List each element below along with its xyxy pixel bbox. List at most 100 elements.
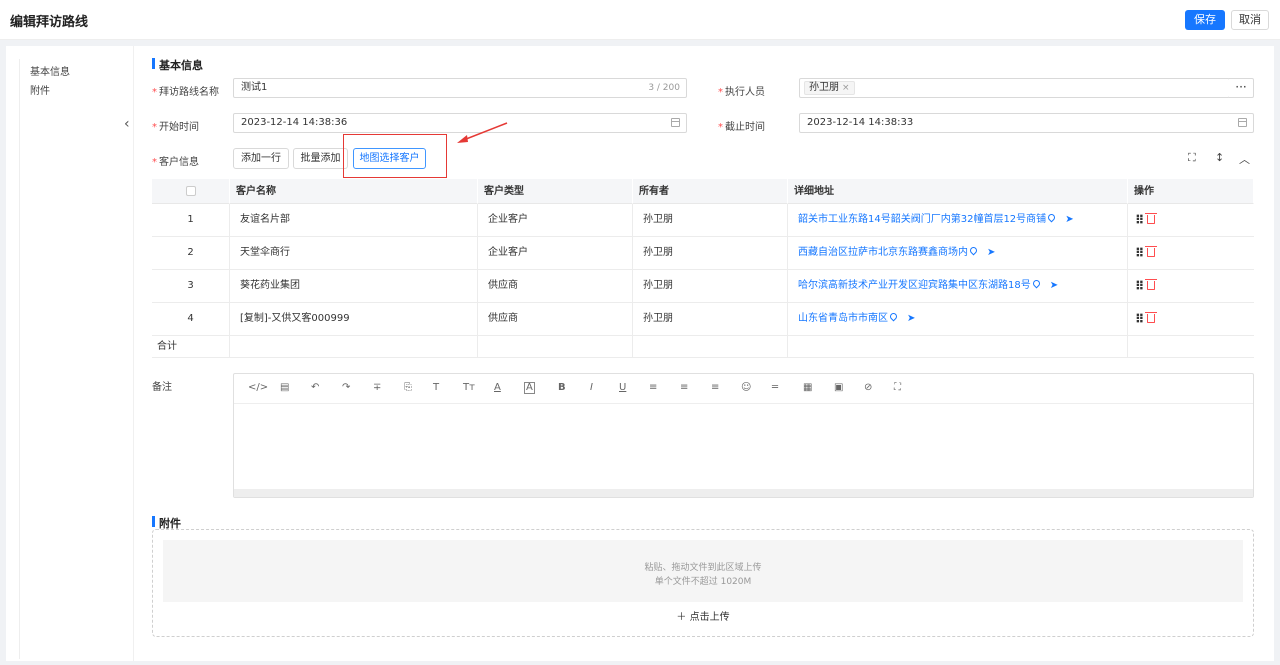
customer-type-cell[interactable]: 供应商	[478, 303, 633, 336]
top-bar: 编辑拜访路线 保存 取消	[0, 0, 1280, 40]
underline-icon[interactable]: U	[619, 382, 626, 393]
address-link[interactable]: 韶关市工业东路14号韶关阀门厂内第32幢首层12号商铺	[798, 214, 1046, 225]
font-icon[interactable]: T	[433, 382, 439, 393]
drop-hint: 粘贴、拖动文件到此区域上传	[644, 563, 762, 573]
owner-cell[interactable]: 孙卫朋	[633, 204, 788, 237]
row-index: 4	[152, 303, 230, 336]
route-name-input[interactable]: 测试1 3 / 200	[233, 78, 687, 98]
header-owner: 所有者	[633, 179, 788, 204]
location-pin-icon[interactable]	[1046, 212, 1057, 223]
font-color-icon[interactable]: A	[494, 382, 501, 393]
clear-format-icon[interactable]: ⎘	[404, 382, 412, 393]
collapse-chevron-icon[interactable]: ‹	[124, 116, 130, 132]
attachment-icon[interactable]: ⊘	[864, 382, 872, 393]
table-row: 2 天堂伞商行 企业客户 孙卫朋 西藏自治区拉萨市北京东路赛鑫商场内 ➤ ⠿	[152, 237, 1254, 270]
table-icon[interactable]: ▦	[803, 382, 812, 393]
owner-cell[interactable]: 孙卫朋	[633, 303, 788, 336]
total-cell	[230, 336, 478, 358]
code-view-icon[interactable]: </>	[248, 382, 268, 393]
save-button[interactable]: 保存	[1185, 10, 1225, 30]
select-all-checkbox[interactable]	[186, 186, 196, 196]
customer-name-cell[interactable]: 葵花药业集团	[230, 270, 478, 303]
location-pin-icon[interactable]	[968, 245, 979, 256]
navigate-send-icon[interactable]: ➤	[1050, 270, 1058, 302]
fullscreen-icon[interactable]: ⛶	[1188, 151, 1196, 165]
tag-close-icon[interactable]: ×	[842, 83, 850, 93]
align-right-icon[interactable]: ≡	[711, 382, 719, 393]
row-index: 1	[152, 204, 230, 237]
address-link[interactable]: 山东省青岛市市南区	[798, 313, 888, 324]
navigate-send-icon[interactable]: ➤	[987, 237, 995, 269]
executor-select[interactable]: 孙卫朋 ×	[799, 78, 1230, 98]
nav-item-attachment[interactable]: 附件	[30, 82, 50, 97]
location-pin-icon[interactable]	[1031, 278, 1042, 289]
customer-info-label: * 客户信息	[152, 157, 199, 168]
delete-icon[interactable]	[1145, 213, 1157, 224]
background-color-icon[interactable]: A	[524, 382, 535, 394]
image-icon[interactable]: ▣	[834, 382, 843, 393]
address-cell[interactable]: 西藏自治区拉萨市北京东路赛鑫商场内 ➤	[788, 237, 1128, 270]
fullscreen-icon[interactable]: ⛶	[894, 382, 901, 393]
editor-toolbar: </> ▤ ↶ ↷ ∓ ⎘ T Tт A A B I U ≡ ≡ ≡ ☺ ═ ▦…	[234, 374, 1253, 404]
navigate-send-icon[interactable]: ➤	[907, 303, 915, 335]
address-link[interactable]: 哈尔滨高新技术产业开发区迎宾路集中区东湖路18号	[798, 280, 1031, 291]
header-customer-name: 客户名称	[230, 179, 478, 204]
navigate-send-icon[interactable]: ➤	[1065, 204, 1073, 236]
drop-zone[interactable]: 粘贴、拖动文件到此区域上传 单个文件不超过 1020M	[163, 540, 1243, 602]
location-pin-icon[interactable]	[888, 311, 899, 322]
strikethrough-format-icon[interactable]: ∓	[373, 382, 381, 393]
total-label: 合计	[152, 336, 230, 358]
template-icon[interactable]: ▤	[280, 382, 289, 393]
customer-name-cell[interactable]: [复制]-又供又客000999	[230, 303, 478, 336]
address-cell[interactable]: 山东省青岛市市南区 ➤	[788, 303, 1128, 336]
horizontal-rule-icon[interactable]: ═	[772, 382, 778, 393]
align-left-icon[interactable]: ≡	[649, 382, 657, 393]
table-row: 1 友谊名片部 企业客户 孙卫朋 韶关市工业东路14号韶关阀门厂内第32幢首层1…	[152, 204, 1254, 237]
total-cell	[478, 336, 633, 358]
upload-area[interactable]: 粘贴、拖动文件到此区域上传 单个文件不超过 1020M ＋ 点击上传	[152, 529, 1254, 637]
emoji-icon[interactable]: ☺	[741, 382, 751, 393]
align-center-icon[interactable]: ≡	[680, 382, 688, 393]
drag-handle-icon[interactable]: ⠿	[1135, 237, 1144, 269]
total-cell	[633, 336, 788, 358]
owner-cell[interactable]: 孙卫朋	[633, 270, 788, 303]
bold-icon[interactable]: B	[558, 382, 566, 393]
customer-type-cell[interactable]: 供应商	[478, 270, 633, 303]
address-link[interactable]: 西藏自治区拉萨市北京东路赛鑫商场内	[798, 247, 968, 258]
delete-icon[interactable]	[1145, 279, 1157, 290]
customer-name-cell[interactable]: 天堂伞商行	[230, 237, 478, 270]
header-select	[152, 179, 230, 204]
undo-icon[interactable]: ↶	[311, 382, 319, 393]
font-size-icon[interactable]: Tт	[463, 382, 475, 393]
add-row-button[interactable]: 添加一行	[233, 148, 289, 169]
cancel-button[interactable]: 取消	[1231, 10, 1269, 30]
drag-handle-icon[interactable]: ⠿	[1135, 270, 1144, 302]
redo-icon[interactable]: ↷	[342, 382, 350, 393]
address-cell[interactable]: 韶关市工业东路14号韶关阀门厂内第32幢首层12号商铺 ➤	[788, 204, 1128, 237]
address-cell[interactable]: 哈尔滨高新技术产业开发区迎宾路集中区东湖路18号 ➤	[788, 270, 1128, 303]
delete-icon[interactable]	[1145, 246, 1157, 257]
row-index: 3	[152, 270, 230, 303]
collapse-up-icon[interactable]: ︿	[1239, 151, 1250, 167]
page-title: 编辑拜访路线	[10, 15, 89, 30]
drag-handle-icon[interactable]: ⠿	[1135, 204, 1144, 236]
customer-name-cell[interactable]: 友谊名片部	[230, 204, 478, 237]
click-upload-button[interactable]: ＋ 点击上传	[153, 608, 1253, 623]
expand-height-icon[interactable]: ↕	[1215, 151, 1224, 164]
more-button[interactable]: ···	[1229, 78, 1254, 98]
end-time-picker[interactable]: 2023-12-14 14:38:33	[799, 113, 1254, 133]
drag-handle-icon[interactable]: ⠿	[1135, 303, 1144, 335]
italic-icon[interactable]: I	[590, 382, 593, 393]
customer-type-cell[interactable]: 企业客户	[478, 204, 633, 237]
editor-scrollbar[interactable]	[234, 489, 1253, 497]
customer-type-cell[interactable]: 企业客户	[478, 237, 633, 270]
batch-add-button[interactable]: 批量添加	[293, 148, 348, 169]
delete-icon[interactable]	[1145, 312, 1157, 323]
nav-item-basic-info[interactable]: 基本信息	[30, 63, 70, 78]
header-address: 详细地址	[788, 179, 1128, 204]
owner-cell[interactable]: 孙卫朋	[633, 237, 788, 270]
remark-rich-text-editor[interactable]: </> ▤ ↶ ↷ ∓ ⎘ T Tт A A B I U ≡ ≡ ≡ ☺ ═ ▦…	[233, 373, 1254, 498]
header-actions: 操作	[1128, 179, 1254, 204]
calendar-icon	[1238, 118, 1247, 127]
executor-label: * 执行人员	[718, 87, 765, 98]
